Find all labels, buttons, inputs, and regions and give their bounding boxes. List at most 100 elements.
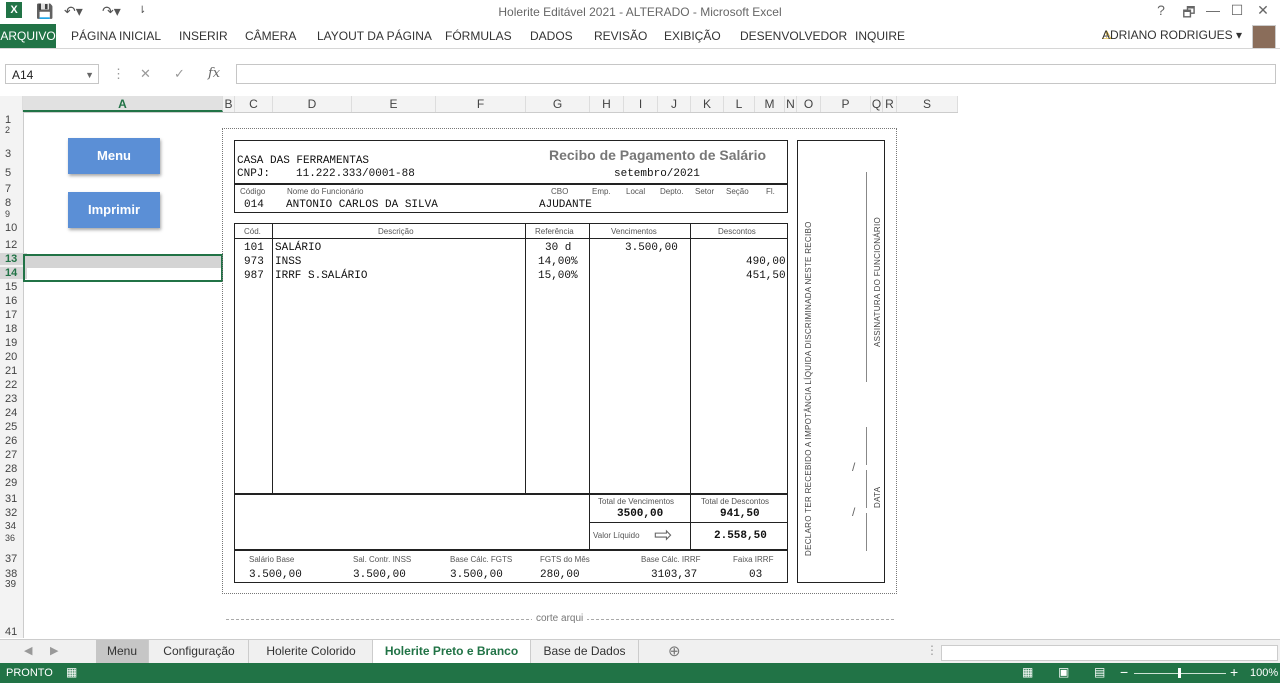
row-header[interactable]: 39 — [0, 579, 27, 590]
row-header[interactable]: 22 — [0, 379, 27, 391]
sheet-tab-config[interactable]: Configuração — [150, 640, 249, 663]
row-header[interactable]: 2 — [0, 125, 27, 135]
row-header[interactable]: 36 — [0, 533, 27, 543]
row-header[interactable]: 34 — [0, 521, 27, 532]
add-sheet-icon[interactable]: ⊕ — [668, 642, 681, 660]
tab-home[interactable]: PÁGINA INICIAL — [71, 29, 161, 43]
column-header[interactable]: L — [724, 96, 755, 112]
tab-data[interactable]: DADOS — [530, 29, 573, 43]
receipt-title: Recibo de Pagamento de Salário — [549, 147, 767, 163]
row-header[interactable]: 24 — [0, 407, 27, 419]
zoom-in-icon[interactable]: + — [1230, 664, 1238, 680]
page-break-view-icon[interactable]: ▤ — [1094, 665, 1105, 679]
column-header[interactable]: K — [691, 96, 724, 112]
row-header[interactable]: 9 — [0, 209, 27, 219]
page-layout-view-icon[interactable]: ▣ — [1058, 665, 1069, 679]
row-header[interactable]: 20 — [0, 351, 27, 363]
column-header[interactable]: F — [436, 96, 526, 112]
function-icon[interactable]: fx — [208, 66, 220, 81]
close-icon[interactable]: ✕ — [1250, 2, 1276, 19]
cbo-label: CBO — [551, 187, 569, 196]
column-header[interactable]: A — [23, 96, 223, 112]
row-header[interactable]: 27 — [0, 449, 27, 461]
column-header[interactable]: J — [658, 96, 691, 112]
row-header[interactable]: 15 — [0, 281, 27, 293]
column-header[interactable]: O — [797, 96, 821, 112]
employee-label: Nome do Funcionário — [287, 187, 364, 196]
menu-button[interactable]: Menu — [68, 138, 160, 174]
tab-view[interactable]: EXIBIÇÃO — [664, 29, 721, 43]
help-icon[interactable]: ? — [1148, 2, 1174, 18]
minimize-icon[interactable]: — — [1200, 2, 1226, 18]
row-header[interactable]: 37 — [0, 553, 27, 565]
tab-inquire[interactable]: INQUIRE — [855, 29, 905, 43]
item-description: SALÁRIO — [275, 242, 322, 254]
sheet-tab-colored[interactable]: Holerite Colorido — [250, 640, 373, 663]
column-header[interactable]: G — [526, 96, 590, 112]
row-header[interactable]: 29 — [0, 477, 27, 489]
macro-record-icon[interactable]: ▦ — [66, 665, 77, 679]
tab-scroll-left-icon[interactable]: ◀ — [24, 644, 32, 657]
tab-page-layout[interactable]: LAYOUT DA PÁGINA — [317, 29, 432, 43]
row-header[interactable]: 31 — [0, 493, 27, 505]
column-header[interactable]: R — [883, 96, 897, 112]
tab-formulas[interactable]: FÓRMULAS — [445, 29, 512, 43]
formula-input[interactable] — [236, 64, 1276, 84]
tab-insert[interactable]: INSERIR — [179, 29, 228, 43]
row-header[interactable]: 21 — [0, 365, 27, 377]
row-header[interactable]: 7 — [0, 183, 27, 195]
column-header[interactable]: Q — [871, 96, 883, 112]
select-all-corner[interactable] — [0, 96, 23, 112]
tab-scroll-right-icon[interactable]: ▶ — [50, 644, 58, 657]
row-header[interactable]: 23 — [0, 393, 27, 405]
selected-cell-range[interactable] — [23, 254, 223, 282]
zoom-level[interactable]: 100% — [1250, 667, 1278, 679]
row-header[interactable]: 26 — [0, 435, 27, 447]
cancel-icon[interactable]: ✕ — [140, 66, 151, 82]
sheet-tab-menu[interactable]: Menu — [96, 640, 149, 663]
row-header[interactable]: 8 — [0, 197, 27, 209]
tab-developer[interactable]: DESENVOLVEDOR — [740, 29, 847, 43]
column-header[interactable]: P — [821, 96, 871, 112]
row-header[interactable]: 18 — [0, 323, 27, 335]
horizontal-scrollbar[interactable] — [941, 645, 1278, 661]
sheet-tab-database[interactable]: Base de Dados — [531, 640, 639, 663]
column-header[interactable]: D — [273, 96, 352, 112]
row-header[interactable]: 5 — [0, 167, 27, 179]
column-header[interactable]: M — [755, 96, 785, 112]
row-header[interactable]: 3 — [0, 148, 27, 160]
row-header[interactable]: 19 — [0, 337, 27, 349]
zoom-slider-thumb[interactable] — [1178, 668, 1181, 678]
row-header[interactable]: 41 — [0, 626, 27, 638]
row-header[interactable]: 17 — [0, 309, 27, 321]
row-header[interactable]: 10 — [0, 222, 27, 234]
column-header[interactable]: C — [235, 96, 273, 112]
column-header[interactable]: I — [624, 96, 658, 112]
row-header[interactable]: 32 — [0, 507, 27, 519]
avatar[interactable] — [1252, 25, 1276, 49]
column-header[interactable]: B — [223, 96, 235, 112]
column-header[interactable]: N — [785, 96, 797, 112]
zoom-out-icon[interactable]: − — [1120, 664, 1128, 680]
footer-label: Sal. Contr. INSS — [353, 555, 412, 564]
row-header[interactable]: 12 — [0, 239, 27, 251]
column-header[interactable]: E — [352, 96, 436, 112]
maximize-icon[interactable]: ☐ — [1224, 2, 1250, 19]
tab-camera[interactable]: CÂMERA — [245, 29, 296, 43]
normal-view-icon[interactable]: ▦ — [1022, 665, 1033, 679]
tab-file[interactable]: ARQUIVO — [0, 24, 56, 48]
enter-icon[interactable]: ✓ — [174, 66, 185, 82]
ribbon-display-icon[interactable]: 🗗 — [1176, 2, 1202, 26]
row-header[interactable]: 25 — [0, 421, 27, 433]
chevron-down-icon[interactable]: ▼ — [85, 65, 94, 85]
more-icon: ⋮ — [926, 643, 938, 657]
row-header[interactable]: 28 — [0, 463, 27, 475]
user-name[interactable]: ADRIANO RODRIGUES ▾ — [1102, 28, 1242, 42]
column-header[interactable]: S — [897, 96, 958, 112]
column-headers: A B C D E F G H I J K L M N O P Q R S — [0, 96, 958, 113]
column-header[interactable]: H — [590, 96, 624, 112]
row-header[interactable]: 16 — [0, 295, 27, 307]
name-box[interactable]: A14 ▼ — [5, 64, 99, 84]
print-button[interactable]: Imprimir — [68, 192, 160, 228]
tab-review[interactable]: REVISÃO — [594, 29, 647, 43]
